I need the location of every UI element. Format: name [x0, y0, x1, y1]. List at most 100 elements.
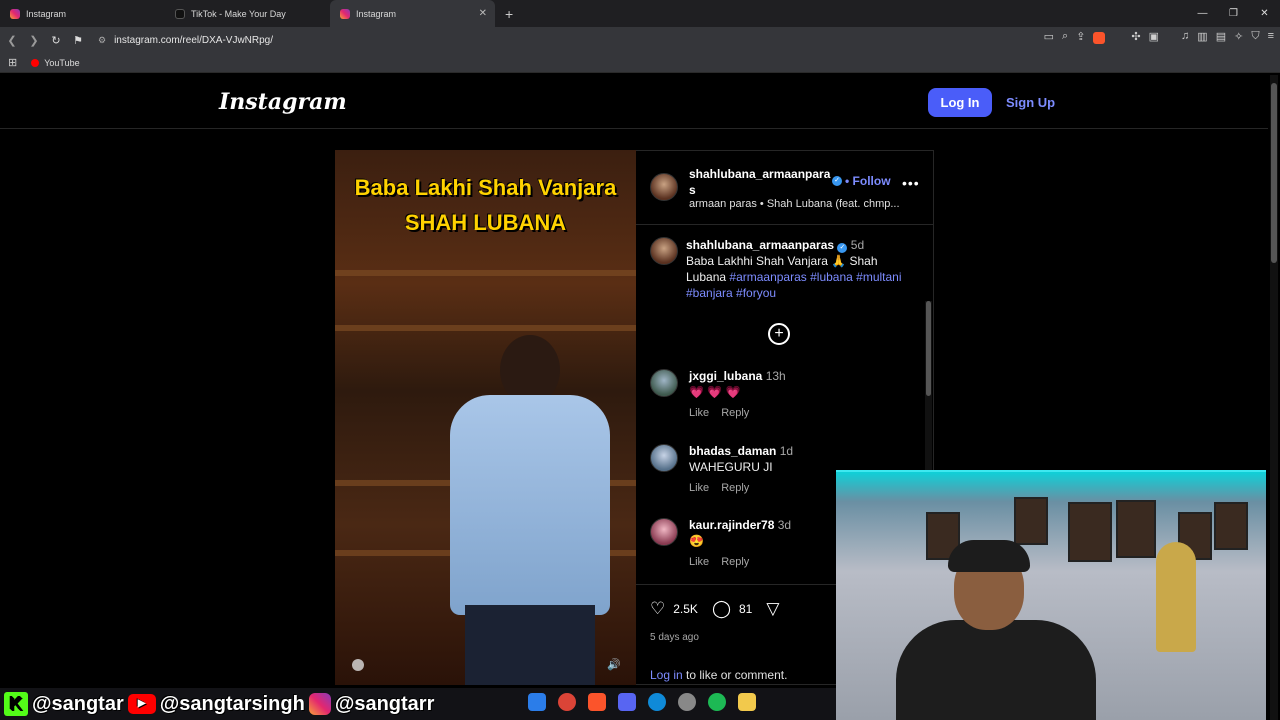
wall-poster — [1116, 500, 1156, 558]
send-icon[interactable]: ▽ — [766, 599, 779, 619]
tab-label: TikTok - Make Your Day — [191, 8, 286, 19]
comment-actions: Like Reply — [689, 556, 761, 568]
instagram-icon — [340, 8, 350, 19]
brave-shield-icon[interactable] — [1093, 32, 1106, 44]
sign-up-link[interactable]: Sign Up — [1006, 95, 1055, 110]
sound-icon[interactable]: 🔊 — [607, 658, 621, 671]
site-info-icon[interactable]: ⚙ — [98, 35, 106, 46]
like-comment-button[interactable]: Like — [689, 556, 709, 568]
tab-instagram-1[interactable]: Instagram — [0, 0, 165, 27]
shelf — [335, 270, 636, 276]
shelf — [335, 325, 636, 331]
url-text: instagram.com/reel/DXA-VJwNRpg/ — [114, 34, 274, 46]
apps-grid-icon[interactable]: ⊞ — [8, 56, 17, 69]
scrollbar-thumb[interactable] — [1271, 83, 1277, 263]
comment-actions: Like Reply — [689, 482, 761, 494]
close-window-button[interactable]: ✕ — [1249, 0, 1280, 27]
verified-icon: ✓ — [837, 243, 848, 253]
reel-video[interactable]: Baba Lakhi Shah Vanjara SHAH LUBANA 🔊 — [335, 150, 636, 685]
reply-comment-button[interactable]: Reply — [721, 407, 749, 419]
login-link[interactable]: Log in — [650, 668, 683, 682]
minimize-button[interactable]: — — [1187, 0, 1218, 27]
windows-start-icon[interactable] — [528, 693, 546, 711]
tagged-user-icon[interactable] — [352, 659, 364, 671]
tab-icon[interactable]: ▤ — [1216, 30, 1226, 44]
like-comment-button[interactable]: Like — [689, 407, 709, 419]
author-username[interactable]: shahlubana_armaanparas — [689, 166, 837, 198]
tab-bar: Instagram TikTok - Make Your Day Instagr… — [0, 0, 1280, 27]
author-avatar[interactable] — [650, 173, 678, 201]
browser-toolbar: ❮ ❯ ↻ ⚑ ⚙ instagram.com/reel/DXA-VJwNRpg… — [0, 27, 1280, 53]
likes-count: 2.5K — [673, 602, 698, 616]
comment-avatar[interactable] — [650, 518, 678, 546]
vpn-icon[interactable]: ⛉ — [1251, 30, 1259, 44]
instagram-header: Instagram Log In Sign Up — [0, 75, 1268, 129]
spotify-icon[interactable] — [708, 693, 726, 711]
tab-tiktok[interactable]: TikTok - Make Your Day — [165, 0, 330, 27]
menu-icon[interactable]: ≡ — [1268, 30, 1274, 44]
edge-icon[interactable] — [648, 693, 666, 711]
comment-user-text: jxggi_lubana — [689, 369, 763, 383]
back-button[interactable]: ❮ — [2, 34, 22, 47]
bookmark-label: YouTube — [44, 57, 80, 68]
wall-poster — [1014, 497, 1048, 545]
comment-username[interactable]: bhadas_daman 1d — [689, 444, 793, 458]
kick-handle: @sangtar — [32, 692, 124, 715]
kick-icon: K — [4, 692, 28, 716]
page-scrollbar[interactable] — [1270, 75, 1278, 720]
chrome-icon[interactable] — [558, 693, 576, 711]
instagram-icon — [308, 693, 331, 715]
video-person-body — [450, 395, 610, 615]
like-comment-button[interactable]: Like — [689, 482, 709, 494]
comment-actions: Like Reply — [689, 407, 761, 419]
wallet-icon[interactable]: ▣ — [1149, 30, 1159, 44]
more-options-icon[interactable]: ••• — [902, 175, 920, 191]
follow-button[interactable]: • Follow — [845, 174, 891, 188]
heart-icon[interactable]: ♡ — [650, 599, 665, 619]
caption-avatar[interactable] — [650, 237, 678, 265]
comment-username[interactable]: kaur.rajinder78 3d — [689, 518, 791, 532]
comment-text: 😍 — [689, 534, 704, 548]
brave-icon[interactable] — [588, 693, 606, 711]
audio-subline[interactable]: armaan paras • Shah Lubana (feat. chmp..… — [689, 198, 904, 210]
instagram-logo[interactable]: Instagram — [219, 89, 347, 115]
log-in-button[interactable]: Log In — [928, 88, 992, 117]
extensions-icon[interactable]: ✣ — [1131, 30, 1140, 44]
restore-button[interactable]: ❐ — [1218, 0, 1249, 27]
media-icon[interactable]: ♫ — [1181, 30, 1189, 44]
close-tab-icon[interactable]: ✕ — [479, 8, 487, 19]
login-to-comment: Log in to like or comment. — [650, 668, 787, 682]
wall-poster — [1214, 502, 1248, 550]
leo-icon[interactable]: ✧ — [1234, 30, 1243, 44]
address-bar[interactable]: ⚙ instagram.com/reel/DXA-VJwNRpg/ — [90, 30, 1000, 50]
comment-bubble-icon[interactable]: ◯ — [712, 599, 731, 619]
share-icon[interactable]: ⇪ — [1076, 30, 1085, 44]
comment-username[interactable]: jxggi_lubana 13h — [689, 369, 786, 383]
reload-button[interactable]: ↻ — [46, 34, 66, 47]
wall-poster — [1068, 502, 1112, 562]
forward-button[interactable]: ❯ — [24, 34, 44, 47]
comment-item: jxggi_lubana 13h 💗 💗 💗 Like Reply — [636, 369, 926, 439]
discord-icon[interactable] — [618, 693, 636, 711]
comment-avatar[interactable] — [650, 444, 678, 472]
social-handles-overlay: K @sangtar ▶ @sangtarsingh @sangtarr — [4, 690, 434, 718]
cast-icon[interactable]: ▭ — [1044, 30, 1054, 44]
comments-scrollbar-thumb[interactable] — [926, 301, 931, 396]
load-more-comments-icon[interactable]: + — [768, 323, 790, 345]
new-tab-button[interactable]: + — [505, 6, 513, 22]
comment-text: 💗 💗 💗 — [689, 385, 741, 399]
comment-avatar[interactable] — [650, 369, 678, 397]
bookmark-icon[interactable]: ⚑ — [68, 34, 88, 47]
sidebar-icon[interactable]: ▥ — [1197, 30, 1207, 44]
file-explorer-icon[interactable] — [738, 693, 756, 711]
webcam-overlay — [836, 470, 1266, 720]
reply-comment-button[interactable]: Reply — [721, 556, 749, 568]
tab-instagram-active[interactable]: Instagram ✕ — [330, 0, 495, 27]
youtube-handle: @sangtarsingh — [159, 692, 305, 715]
reply-comment-button[interactable]: Reply — [721, 482, 749, 494]
caption-username[interactable]: shahlubana_armaanparas — [686, 238, 834, 252]
bookmark-youtube[interactable]: YouTube — [31, 57, 80, 68]
settings-icon[interactable] — [678, 693, 696, 711]
video-caption-subtitle: SHAH LUBANA — [404, 210, 567, 235]
zoom-icon[interactable]: ⌕ — [1062, 30, 1068, 44]
